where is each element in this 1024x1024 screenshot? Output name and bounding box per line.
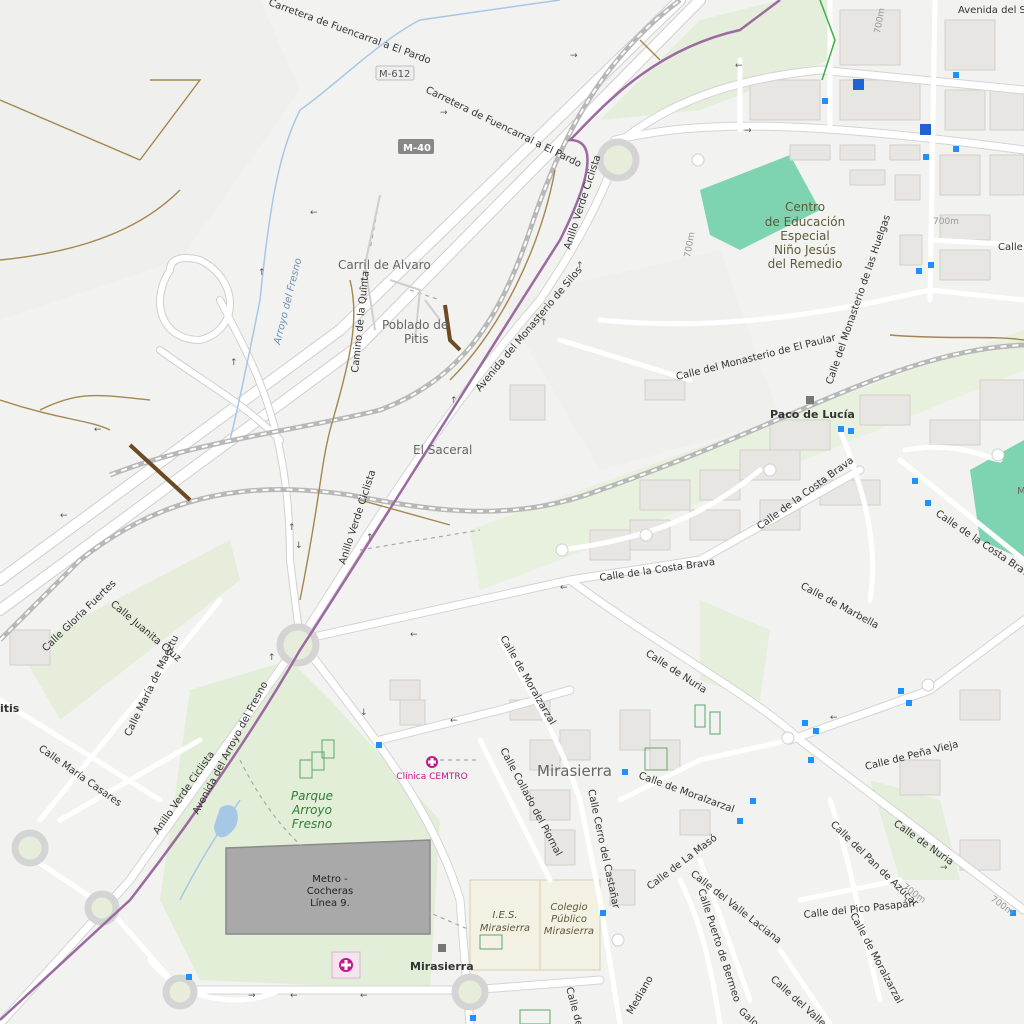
- roundabout-north: [596, 138, 640, 182]
- label-clinica: Clínica CEMTRO: [396, 772, 467, 782]
- label-centro-5: del Remedio: [768, 257, 843, 271]
- label-depot-3: Línea 9.: [310, 897, 350, 909]
- svg-text:→: →: [744, 126, 752, 136]
- label-centro-2: de Educación: [765, 215, 845, 229]
- svg-text:←: ←: [310, 208, 318, 218]
- svg-text:↑: ↑: [366, 533, 374, 543]
- svg-text:←: ←: [360, 991, 368, 1001]
- roundabout-sw1: [11, 829, 49, 867]
- shield-m612: M-612: [379, 69, 410, 80]
- hospital-icon[interactable]: [331, 951, 361, 979]
- label-paco-de-lucia: Paco de Lucía: [770, 408, 855, 421]
- label-poblado-pitis-1: Poblado de: [382, 318, 448, 332]
- svg-text:↑: ↑: [230, 358, 238, 368]
- svg-text:←: ←: [830, 713, 838, 723]
- label-ies-2: Mirasierra: [480, 923, 530, 934]
- depot-labels: Metro - Cocheras Línea 9.: [307, 874, 354, 909]
- label-centro-3: Especial: [780, 229, 829, 243]
- label-m-edge: M: [1017, 486, 1024, 497]
- svg-text:←: ←: [410, 630, 418, 640]
- clinic-icon[interactable]: [426, 756, 438, 768]
- svg-text:←: ←: [60, 511, 68, 521]
- label-mirasierra-area: Mirasierra: [537, 762, 612, 780]
- svg-text:←: ←: [290, 991, 298, 1001]
- svg-text:↑: ↑: [268, 653, 276, 663]
- label-ies-1: I.E.S.: [492, 910, 517, 921]
- label-centro-1: Centro: [785, 200, 825, 214]
- label-colegio-3: Mirasierra: [544, 926, 594, 937]
- label-mirasierra-station: Mirasierra: [410, 960, 474, 973]
- label-depot-2: Cocheras: [307, 886, 354, 897]
- label-parque-3: Fresno: [292, 817, 332, 831]
- svg-text:→: →: [440, 108, 448, 118]
- svg-text:↑: ↑: [450, 396, 458, 406]
- label-pitis-edge: itis: [0, 702, 20, 715]
- label-parque-2: Arroyo: [291, 803, 332, 817]
- label-poblado-pitis-2: Pitis: [404, 332, 429, 346]
- label-avenida-sa: Avenida del Sa: [958, 5, 1024, 16]
- label-el-saceral: El Saceral: [413, 443, 472, 457]
- svg-text:←: ←: [735, 61, 743, 71]
- roundabout-sw3: [162, 974, 198, 1010]
- roundabout-bottom: [451, 973, 489, 1011]
- school-area-colegio: [539, 879, 601, 971]
- label-calle-le: Calle Le: [998, 242, 1024, 253]
- label-colegio-2: Público: [551, 913, 587, 925]
- svg-text:→: →: [248, 991, 256, 1001]
- svg-text:←: ←: [450, 716, 458, 726]
- label-colegio-1: Colegio: [550, 902, 587, 913]
- label-centro-4: Niño Jesús: [774, 243, 836, 257]
- contour-label-3: 700m: [933, 217, 959, 227]
- svg-text:↓: ↓: [360, 708, 368, 718]
- label-depot-1: Metro -: [312, 874, 348, 885]
- svg-text:←: ←: [94, 425, 102, 435]
- svg-text:↑: ↑: [288, 523, 296, 533]
- svg-text:↓: ↓: [295, 541, 303, 551]
- label-carril-alvaro: Carril de Alvaro: [338, 258, 431, 272]
- label-parque-1: Parque: [291, 789, 333, 803]
- map-canvas[interactable]: → → ← ↑ ↑ ← ← ↑ ↓ ↑ ↑ ↑ ↑ ← → ← ← ↑ ↓ ← …: [0, 0, 1024, 1024]
- svg-text:←: ←: [560, 583, 568, 593]
- svg-text:→: →: [570, 51, 578, 61]
- svg-text:↑: ↑: [258, 268, 266, 278]
- shield-m40: M-40: [403, 143, 431, 154]
- park-labels: Parque Arroyo Fresno: [291, 789, 333, 831]
